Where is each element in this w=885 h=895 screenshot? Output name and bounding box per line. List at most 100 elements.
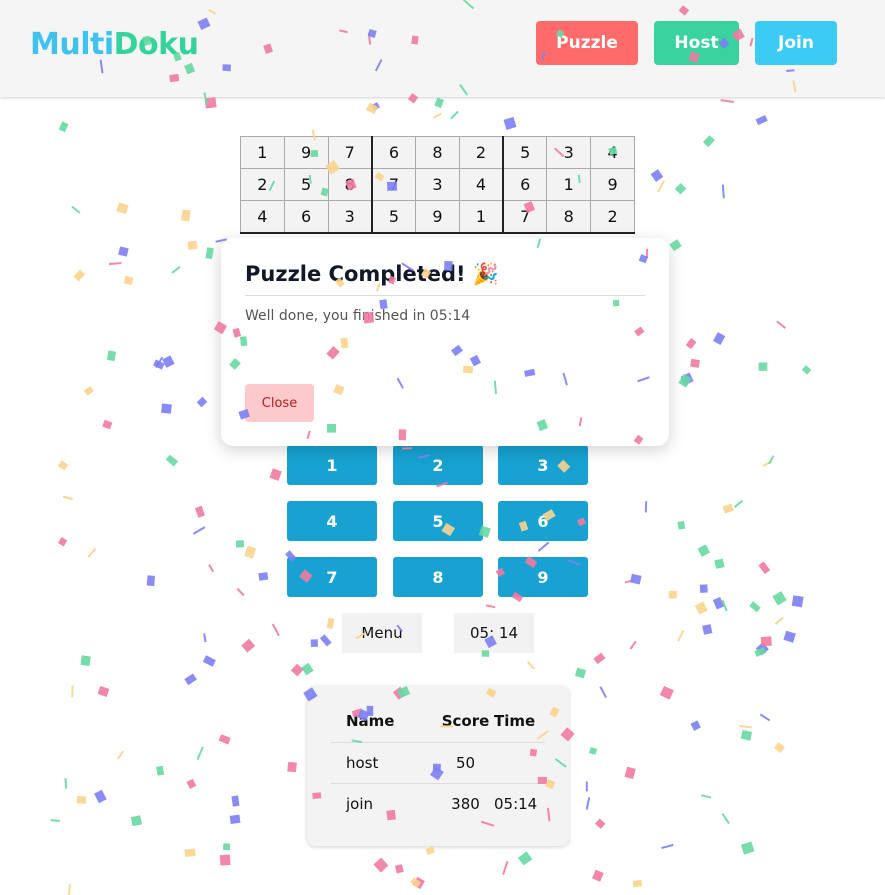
confetti-piece <box>102 419 113 430</box>
confetti-piece <box>67 884 71 895</box>
confetti-piece <box>754 647 767 657</box>
board-cell[interactable]: 3 <box>546 136 592 169</box>
board-cell[interactable]: 3 <box>415 168 460 201</box>
board-row: 463591782 <box>240 200 635 234</box>
confetti-piece <box>371 102 380 111</box>
board-cell[interactable]: 1 <box>546 168 592 201</box>
num-button-7[interactable]: 7 <box>287 557 377 597</box>
scoreboard-table: Name Score Time host 50 join 380 05:14 <box>331 700 545 824</box>
confetti-piece <box>373 857 389 873</box>
player-name: host <box>331 742 438 784</box>
board-cell[interactable]: 9 <box>283 136 329 169</box>
board-cell[interactable]: 1 <box>458 200 504 234</box>
board-cell[interactable]: 7 <box>327 136 373 169</box>
confetti-piece <box>585 781 588 792</box>
board-cell[interactable]: 2 <box>240 168 285 201</box>
board-cell[interactable]: 5 <box>502 136 548 169</box>
board-cell[interactable]: 3 <box>327 200 373 234</box>
confetti-piece <box>650 169 664 183</box>
confetti-piece <box>187 240 198 251</box>
close-button[interactable]: Close <box>245 384 314 422</box>
num-button-1[interactable]: 1 <box>287 445 377 485</box>
scoreboard: Name Score Time host 50 join 380 05:14 <box>307 686 569 846</box>
board-cell[interactable]: 4 <box>458 168 504 201</box>
app-logo[interactable]: MultiDoku <box>30 27 199 62</box>
board-cell[interactable]: 8 <box>327 168 373 201</box>
board-cell[interactable]: 6 <box>370 136 417 169</box>
host-button[interactable]: Host <box>654 21 739 65</box>
board-cell[interactable]: 6 <box>502 168 548 201</box>
confetti-piece <box>678 373 692 388</box>
confetti-piece <box>740 841 755 855</box>
board-cell[interactable]: 9 <box>590 168 635 201</box>
num-button-4[interactable]: 4 <box>287 501 377 541</box>
confetti-piece <box>599 686 607 698</box>
puzzle-button[interactable]: Puzzle <box>536 21 638 65</box>
confetti-piece <box>690 720 701 731</box>
board-cell[interactable]: 9 <box>415 200 460 234</box>
confetti-piece <box>186 778 197 789</box>
confetti-piece <box>116 202 129 215</box>
confetti-piece <box>644 501 648 513</box>
confetti-piece <box>87 547 97 558</box>
num-button-6[interactable]: 6 <box>498 501 588 541</box>
timer-display: 05: 14 <box>454 613 534 653</box>
board-cell[interactable]: 2 <box>590 200 635 234</box>
confetti-piece <box>108 262 122 265</box>
board-cell[interactable]: 1 <box>240 136 285 169</box>
board-cell[interactable]: 2 <box>458 136 504 169</box>
confetti-piece <box>783 630 796 643</box>
confetti-piece <box>801 365 812 375</box>
confetti-piece <box>434 97 445 109</box>
confetti-piece <box>271 623 280 637</box>
confetti-piece <box>574 667 587 679</box>
confetti-piece <box>632 879 643 888</box>
confetti-piece <box>80 655 91 666</box>
confetti-piece <box>258 572 269 581</box>
confetti-piece <box>661 843 674 850</box>
confetti-piece <box>231 795 240 807</box>
num-button-8[interactable]: 8 <box>393 557 483 597</box>
confetti-piece <box>721 599 728 612</box>
board-cell[interactable]: 4 <box>590 136 635 169</box>
confetti-piece <box>223 843 231 851</box>
confetti-piece <box>702 135 715 148</box>
header-score: Score <box>438 700 493 743</box>
confetti-piece <box>749 601 761 613</box>
board-cell[interactable]: 5 <box>370 200 417 234</box>
confetti-piece <box>412 876 425 890</box>
confetti-piece <box>192 526 206 535</box>
confetti-piece <box>71 205 81 214</box>
num-button-9[interactable]: 9 <box>498 557 588 597</box>
confetti-piece <box>657 180 666 193</box>
num-button-3[interactable]: 3 <box>498 445 588 485</box>
confetti-piece <box>165 454 179 467</box>
confetti-piece <box>758 561 771 575</box>
num-button-5[interactable]: 5 <box>393 501 483 541</box>
board-cell[interactable]: 5 <box>283 168 329 201</box>
confetti-piece <box>733 499 744 508</box>
confetti-piece <box>83 386 94 396</box>
confetti-piece <box>759 713 771 722</box>
confetti-piece <box>269 468 282 481</box>
board-row: 197682534 <box>240 136 635 169</box>
board-cell[interactable]: 6 <box>283 200 329 234</box>
logo-doku: Doku <box>113 27 199 62</box>
board-cell[interactable]: 7 <box>502 200 548 234</box>
confetti-piece <box>107 350 117 362</box>
confetti-piece <box>62 495 73 500</box>
num-button-2[interactable]: 2 <box>393 445 483 485</box>
confetti-piece <box>97 685 110 698</box>
confetti-piece <box>721 184 725 199</box>
menu-button[interactable]: Menu <box>342 613 422 653</box>
confetti-piece <box>624 766 636 780</box>
confetti-piece <box>71 685 74 698</box>
board-cell[interactable]: 4 <box>240 200 285 234</box>
confetti-piece <box>202 655 216 667</box>
confetti-piece <box>776 320 786 329</box>
join-button[interactable]: Join <box>755 21 837 65</box>
board-cell[interactable]: 8 <box>415 136 460 169</box>
board-cell[interactable]: 7 <box>370 168 417 201</box>
confetti-piece <box>585 797 591 810</box>
board-cell[interactable]: 8 <box>546 200 592 234</box>
